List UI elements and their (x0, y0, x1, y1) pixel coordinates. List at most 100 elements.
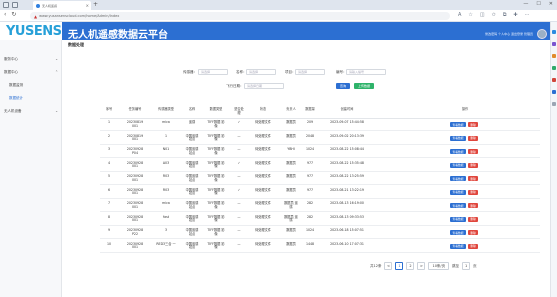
next-page-button[interactable]: > (417, 262, 426, 270)
page-1-button[interactable]: 1 (395, 262, 404, 270)
delete-button[interactable]: 删除 (468, 122, 478, 127)
page-unit: 页 (473, 263, 477, 268)
view-data-button[interactable]: 查看数据 (450, 216, 466, 222)
delete-button[interactable]: 删除 (468, 230, 478, 235)
cell-id: 20230928 001 (126, 160, 144, 169)
new-tab-button[interactable]: + (93, 1, 98, 8)
view-data-button[interactable]: 查看数据 (450, 203, 466, 208)
cell-sensor: mica (162, 120, 170, 124)
close-tab-icon[interactable]: × (86, 3, 89, 8)
view-data-button[interactable]: 查看数据 (450, 176, 466, 181)
table-row: 10 20230928 001 RED3三合 一 中国遥感 站点 TIFF数据 影像 — 待… (100, 241, 540, 253)
cell-done: — (237, 174, 241, 178)
code-input[interactable]: 请输入编号 (346, 69, 386, 75)
cell-sensor: fast (163, 214, 169, 219)
delete-button[interactable]: 删除 (468, 243, 478, 249)
cell-status: 待处理文件 (255, 160, 271, 165)
shopping-icon[interactable] (552, 54, 556, 58)
maximize-icon[interactable]: ☐ (536, 1, 540, 7)
table-header: 序号 任务编号 传感器类型 名称 数据类型 是否处理 状态 负责人 数据量 创建… (100, 104, 540, 119)
cell-id: 20230928 P22 (126, 228, 144, 236)
split-icon[interactable]: ◫ (480, 12, 485, 18)
cell-status: 待处理文件 (255, 228, 271, 232)
col-processed: 是否处理 (234, 107, 244, 115)
cell-name: 中国遥感 站点 (185, 160, 199, 169)
cell-name: 遥感 (188, 120, 196, 124)
workspace-icon[interactable] (3, 2, 9, 8)
outlook-icon[interactable] (552, 90, 556, 94)
search-button[interactable]: 查询 (336, 83, 350, 89)
upload-button[interactable]: 上传数据 (354, 83, 374, 89)
minimize-icon[interactable]: — (523, 1, 528, 7)
view-data-button[interactable]: 查看数据 (450, 149, 466, 154)
cell-no: 6 (107, 187, 111, 192)
more-icon[interactable]: ⋯ (525, 12, 530, 18)
view-data-button[interactable]: 查看数据 (450, 135, 466, 141)
back-icon[interactable]: ‹ (4, 11, 6, 18)
page-2-button[interactable]: 2 (406, 262, 415, 270)
tab-list-icon[interactable] (12, 2, 18, 8)
col-owner: 负责人 (286, 107, 296, 111)
search-icon[interactable] (552, 30, 556, 34)
window-controls: — ☐ ✕ (523, 1, 553, 7)
favorite-icon[interactable]: ☆ (468, 12, 472, 18)
delete-button[interactable]: 删除 (468, 162, 478, 168)
add-icon[interactable] (552, 102, 556, 106)
favorites-bar-icon[interactable]: ✩ (492, 12, 496, 18)
sidebar-item-monitor[interactable]: 数据监测 (9, 83, 63, 88)
delete-button[interactable]: 删除 (468, 135, 478, 141)
refresh-icon[interactable]: ↻ (11, 11, 16, 18)
cell-no: 2 (107, 133, 111, 138)
user-links[interactable]: 修改密码 个人中心 退出登录 管理员 (485, 32, 533, 36)
sidebar-item-stats[interactable]: 数据统计 (9, 96, 63, 101)
cell-size: 1448 (305, 241, 315, 246)
goto-input[interactable]: 1 (462, 262, 471, 270)
browser-tab[interactable]: 无人机遥感 × (33, 1, 91, 10)
cell-status: 待处理文件 (255, 120, 271, 124)
tools-icon[interactable] (552, 66, 556, 70)
name-select[interactable]: 请选择 (246, 69, 276, 75)
extensions-icon[interactable]: ✚ (513, 12, 517, 18)
tab-title: 无人机遥感 (42, 3, 58, 8)
cell-sensor: mica (162, 201, 170, 205)
date-picker[interactable]: 请选择日期 (244, 83, 284, 89)
url-field[interactable]: ▲ www.yusansenscloud.com/home/Admin/Inde… (30, 12, 450, 20)
cell-done: — (237, 147, 241, 151)
delete-button[interactable]: 删除 (468, 149, 478, 154)
cell-sensor: R03 (162, 174, 170, 178)
view-data-button[interactable]: 查看数据 (450, 189, 466, 195)
cell-time: 2023-08-22 13:25:59 (330, 174, 364, 178)
filter-label-date: 飞行日期： (226, 84, 244, 88)
games-icon[interactable] (552, 78, 556, 82)
cell-size: 282 (306, 201, 314, 205)
delete-button[interactable]: 删除 (468, 216, 478, 222)
cell-no: 8 (107, 214, 111, 219)
read-aloud-icon[interactable]: A (458, 12, 461, 18)
delete-button[interactable]: 删除 (468, 176, 478, 181)
logo: YUSENSE (6, 24, 70, 39)
cell-type: TIFF数据 影像 (207, 214, 225, 223)
copilot-icon[interactable] (552, 42, 556, 46)
close-window-icon[interactable]: ✕ (549, 1, 553, 7)
view-data-button[interactable]: 查看数据 (450, 230, 466, 235)
cell-no: 4 (107, 160, 111, 165)
delete-button[interactable]: 删除 (468, 189, 478, 195)
cell-size: 209 (306, 120, 314, 124)
sensor-select[interactable]: 请选择 (198, 69, 228, 75)
prev-page-button[interactable]: < (384, 262, 393, 270)
sidebar-item-service[interactable]: 服务中心 ⌄ (4, 57, 58, 62)
page-size-select[interactable]: 10条/页 (428, 262, 450, 270)
cell-time: 2023-06-18 15:07:51 (330, 228, 364, 232)
view-data-button[interactable]: 查看数据 (450, 162, 466, 168)
collections-icon[interactable]: ⧉ (503, 12, 507, 18)
cell-id: 20230928 001 (126, 174, 144, 182)
delete-button[interactable]: 删除 (468, 203, 478, 208)
cell-name: 中国遥感 站点 (185, 228, 199, 236)
view-data-button[interactable]: 查看数据 (450, 243, 466, 249)
sidebar-item-drone[interactable]: 无人机设备 ⌄ (4, 109, 58, 114)
project-select[interactable]: 请选择 (295, 69, 325, 75)
view-data-button[interactable]: 查看数据 (450, 122, 466, 127)
cell-id: 20230928 P04 (126, 147, 144, 155)
sidebar-item-data[interactable]: 数据中心 ⌃ (4, 70, 58, 75)
avatar[interactable] (537, 29, 547, 39)
